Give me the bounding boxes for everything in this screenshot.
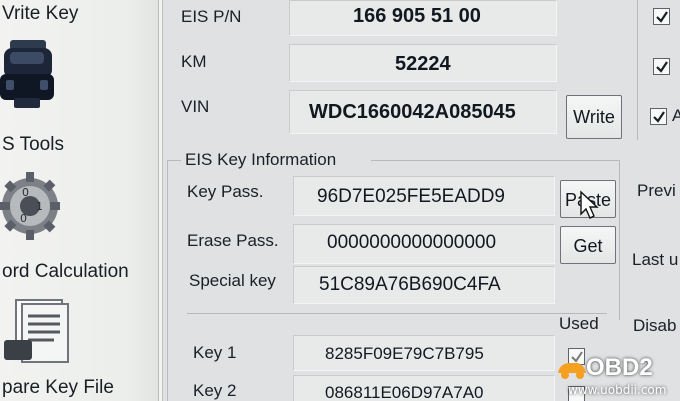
eis-panel: EIS P/N 166 905 51 00 KM 52224 VIN WDC16…	[163, 0, 680, 401]
sidebar-item-prepare-key-file[interactable]: pare Key File	[2, 377, 114, 399]
svg-text:0: 0	[22, 186, 29, 199]
key-2-label: Key 2	[193, 381, 237, 400]
right-panel-divider	[619, 172, 620, 302]
key-pass-label: Key Pass.	[187, 182, 264, 201]
checkbox-3[interactable]	[650, 108, 667, 125]
vin-value: WDC1660042A085045	[309, 101, 516, 123]
car-logo-icon	[558, 363, 586, 379]
write-button[interactable]: Write	[566, 95, 622, 139]
eis-pn-label: EIS P/N	[181, 7, 242, 26]
special-key-value: 51C89A76B690C4FA	[319, 274, 501, 295]
km-value: 52224	[395, 53, 451, 75]
group-border-top-left	[167, 160, 181, 161]
key-1-label: Key 1	[193, 343, 237, 362]
sidebar: Vrite Key S Tools 0 1 0 ord Calculation …	[0, 0, 158, 401]
mouse-cursor-icon	[580, 190, 599, 219]
eis-pn-value: 166 905 51 00	[353, 5, 481, 27]
watermark-brand: OBD2	[586, 354, 653, 381]
last-used-label: Last u	[632, 250, 679, 269]
sidebar-item-eis-tools[interactable]: S Tools	[2, 134, 64, 156]
get-button[interactable]: Get	[560, 226, 616, 264]
checkbox-1[interactable]	[653, 8, 670, 25]
previous-label: Previ	[637, 181, 676, 200]
group-border-top-right	[371, 160, 619, 161]
special-key-label: Special key	[189, 271, 276, 290]
erase-pass-value: 0000000000000000	[327, 232, 497, 253]
right-divider	[637, 0, 638, 140]
watermark-url: www.uobdii.com	[568, 383, 667, 397]
gear-cog-icon[interactable]: 0 1 0	[0, 170, 62, 252]
eis-key-info-title: EIS Key Information	[185, 150, 337, 169]
key-pass-value: 96D7E025FE5EADD9	[317, 186, 505, 207]
watermark: OBD2 www.uobdii.com	[556, 354, 680, 401]
key-2-value: 086811E06D97A7A0	[325, 383, 484, 401]
sidebar-item-password-calculation[interactable]: ord Calculation	[2, 261, 129, 283]
used-column-header: Used	[559, 314, 599, 333]
keys-group-top	[187, 313, 607, 314]
km-label: KM	[181, 52, 207, 71]
sidebar-item-write-key[interactable]: Vrite Key	[2, 3, 78, 25]
key-1-value: 8285F09E79C7B795	[325, 344, 484, 363]
svg-text:1: 1	[36, 200, 43, 213]
vin-label: VIN	[181, 97, 210, 116]
svg-text:0: 0	[20, 212, 27, 225]
document-icon[interactable]	[2, 296, 76, 368]
checkbox-3-label: A	[672, 106, 680, 125]
key-programmer-icon[interactable]	[0, 40, 56, 114]
checkbox-2[interactable]	[653, 58, 670, 75]
disabled-column-header: Disab	[633, 316, 677, 335]
erase-pass-label: Erase Pass.	[187, 231, 279, 250]
group-border-left	[167, 160, 168, 401]
